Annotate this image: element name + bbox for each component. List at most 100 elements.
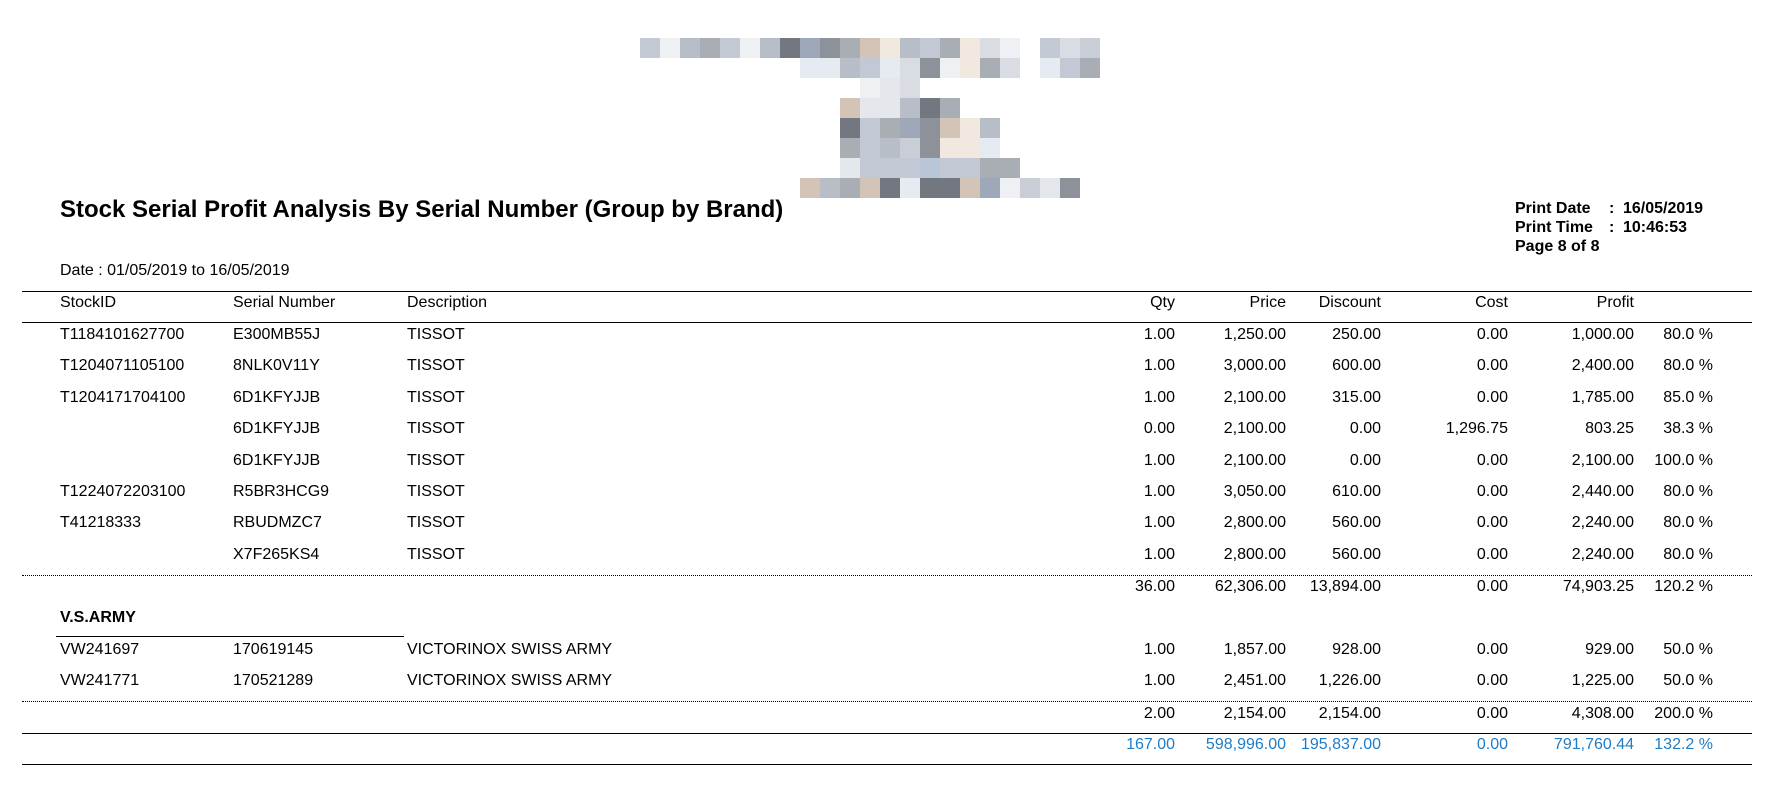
logo-pixel: [880, 98, 900, 118]
table-row-desc: TISSOT: [407, 326, 465, 343]
logo-pixel: [740, 38, 760, 58]
logo-pixel: [680, 38, 700, 58]
table-row-discount: 610.00: [1332, 483, 1381, 500]
table-row-desc: TISSOT: [407, 514, 465, 531]
logo-pixel: [840, 58, 860, 78]
col-header-serial: Serial Number: [233, 294, 336, 311]
table-row-qty: 1.00: [1143, 357, 1175, 374]
logo-pixel: [940, 178, 960, 198]
col-header-price: Price: [1249, 294, 1286, 311]
subtotal-row-pct: 120.2 %: [1654, 578, 1713, 595]
logo-pixel: [940, 118, 960, 138]
print-time: 10:46:53: [1623, 219, 1688, 236]
logo-pixel: [840, 118, 860, 138]
logo-pixel: [960, 178, 980, 198]
subtotal-row-qty: 36.00: [1134, 578, 1175, 595]
logo-pixel: [1040, 178, 1060, 198]
logo-pixel: [840, 158, 860, 178]
logo-pixel: [980, 118, 1000, 138]
logo-pixel: [840, 98, 860, 118]
logo-pixel: [820, 178, 840, 198]
col-header-profit: Profit: [1596, 294, 1634, 311]
logo-pixel: [820, 58, 840, 78]
logo-pixel: [940, 38, 960, 58]
logo-pixel: [960, 118, 980, 138]
table-row-pct: 80.0 %: [1663, 483, 1713, 500]
table-row-desc: TISSOT: [407, 389, 465, 406]
logo-pixel: [840, 138, 860, 158]
table-row-price: 2,800.00: [1223, 546, 1286, 563]
logo-pixel: [1020, 178, 1040, 198]
logo-pixel: [1040, 38, 1060, 58]
subtotal-row-cost: 0.00: [1476, 578, 1508, 595]
table-row-serial: 8NLK0V11Y: [233, 357, 320, 374]
table-row-stockid: T1204071105100: [60, 357, 185, 374]
logo-pixel: [960, 158, 980, 178]
logo-pixel: [860, 138, 880, 158]
table-row-serial: R5BR3HCG9: [233, 483, 330, 500]
table-row-serial: 170619145: [233, 641, 314, 658]
logo-pixel: [940, 98, 960, 118]
table-row-price: 3,050.00: [1223, 483, 1286, 500]
logo-pixel: [880, 178, 900, 198]
logo-pixel: [920, 38, 940, 58]
table-row-desc: VICTORINOX SWISS ARMY: [407, 641, 613, 658]
grand-total-row-discount: 195,837.00: [1300, 736, 1381, 753]
logo-pixel: [1000, 178, 1020, 198]
logo-pixel: [980, 38, 1000, 58]
table-row-desc: TISSOT: [407, 420, 465, 437]
logo-pixel: [900, 138, 920, 158]
table-row-pct: 80.0 %: [1663, 357, 1713, 374]
logo-pixel: [640, 38, 660, 58]
table-row-pct: 50.0 %: [1663, 672, 1713, 689]
table-row-qty: 1.00: [1143, 389, 1175, 406]
logo-pixel: [900, 98, 920, 118]
logo-pixel: [800, 178, 820, 198]
table-row-price: 2,100.00: [1223, 452, 1286, 469]
logo-pixel: [960, 38, 980, 58]
print-time-label: Print Time: [1515, 219, 1593, 236]
logo-pixel: [880, 158, 900, 178]
table-row-stockid: T1224072203100: [60, 483, 186, 500]
logo-pixel: [880, 58, 900, 78]
grand-total-row-pct: 132.2 %: [1654, 736, 1713, 753]
grand-total-row-cost: 0.00: [1476, 736, 1508, 753]
table-row-qty: 0.00: [1143, 420, 1175, 437]
logo-pixel: [840, 178, 860, 198]
logo-pixel: [1000, 58, 1020, 78]
logo-pixel: [980, 178, 1000, 198]
logo-pixel: [860, 58, 880, 78]
table-row-discount: 560.00: [1332, 514, 1381, 531]
logo-pixel: [840, 38, 860, 58]
col-header-qty: Qty: [1150, 294, 1175, 311]
table-row-price: 1,857.00: [1223, 641, 1286, 658]
logo-pixel: [1060, 58, 1080, 78]
logo-pixel: [880, 118, 900, 138]
table-row-desc: TISSOT: [407, 483, 465, 500]
logo-pixel: [1000, 158, 1020, 178]
subtotal-row-discount: 13,894.00: [1309, 578, 1381, 595]
date-range: Date : 01/05/2019 to 16/05/2019: [60, 262, 290, 279]
col-header-discount: Discount: [1318, 294, 1381, 311]
subtotal-row-cost: 0.00: [1476, 705, 1508, 722]
logo-pixel: [660, 38, 680, 58]
table-row-stockid: T41218333: [60, 514, 141, 531]
table-row-discount: 600.00: [1332, 357, 1381, 374]
logo-pixel: [860, 118, 880, 138]
logo-pixel: [820, 38, 840, 58]
logo-pixel: [960, 58, 980, 78]
logo-pixel: [860, 158, 880, 178]
logo-pixel: [800, 38, 820, 58]
table-row-discount: 1,226.00: [1318, 672, 1381, 689]
logo-pixel: [880, 138, 900, 158]
grand-total-row-qty: 167.00: [1126, 736, 1175, 753]
logo-pixel: [1060, 178, 1080, 198]
table-row-qty: 1.00: [1143, 326, 1175, 343]
table-row-pct: 50.0 %: [1663, 641, 1713, 658]
table-row-pct: 100.0 %: [1654, 452, 1713, 469]
col-header-cost: Cost: [1475, 294, 1508, 311]
table-row-cost: 1,296.75: [1445, 420, 1508, 437]
logo-pixel: [900, 178, 920, 198]
print-info: Print Date:16/05/2019 Print Time:10:46:5…: [1515, 200, 1704, 255]
table-row-cost: 0.00: [1476, 483, 1508, 500]
